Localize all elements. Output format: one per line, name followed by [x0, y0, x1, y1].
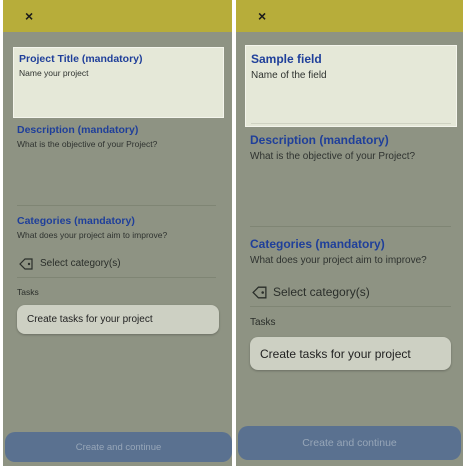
description-underline [17, 205, 216, 206]
sample-field-input[interactable]: Name of the field [251, 70, 327, 81]
sample-field-label: Sample field [251, 52, 322, 66]
sample-field-underline [251, 123, 451, 124]
sample-field[interactable]: Sample field Name of the field [245, 45, 457, 127]
categories-underline [250, 306, 451, 307]
tag-icon [252, 286, 267, 299]
tasks-label: Tasks [250, 317, 276, 328]
project-title-field[interactable]: Project Title (mandatory) Name your proj… [13, 47, 224, 118]
select-category-button[interactable]: Select category(s) [273, 285, 370, 299]
categories-label: Categories (mandatory) [17, 215, 135, 227]
categories-help: What does your project aim to improve? [250, 255, 427, 266]
create-tasks-label: Create tasks for your project [27, 314, 153, 325]
create-and-continue-label: Create and continue [302, 437, 397, 449]
top-bar: × [236, 0, 463, 32]
left-screen: × Project Title (mandatory) Name your pr… [3, 0, 232, 466]
right-screen: × Sample field Name of the field Descrip… [236, 0, 463, 466]
create-tasks-button[interactable]: Create tasks for your project [250, 337, 451, 370]
categories-underline [17, 277, 216, 278]
description-label: Description (mandatory) [17, 124, 139, 136]
project-title-label: Project Title (mandatory) [19, 53, 143, 65]
categories-help: What does your project aim to improve? [17, 230, 168, 240]
description-label: Description (mandatory) [250, 133, 389, 147]
create-and-continue-label: Create and continue [75, 441, 162, 453]
create-tasks-button[interactable]: Create tasks for your project [17, 305, 219, 334]
project-title-input[interactable]: Name your project [19, 68, 88, 78]
tag-icon [19, 258, 33, 270]
select-category-button[interactable]: Select category(s) [40, 258, 121, 269]
tasks-label: Tasks [17, 287, 39, 297]
create-and-continue-button[interactable]: Create and continue [238, 426, 461, 460]
description-input[interactable]: What is the objective of your Project? [250, 151, 415, 162]
description-underline [250, 226, 451, 227]
categories-label: Categories (mandatory) [250, 237, 385, 251]
close-icon[interactable]: × [258, 9, 266, 23]
description-input[interactable]: What is the objective of your Project? [17, 139, 157, 149]
create-and-continue-button[interactable]: Create and continue [5, 432, 232, 462]
create-tasks-label: Create tasks for your project [260, 346, 411, 361]
top-bar: × [3, 0, 232, 32]
close-icon[interactable]: × [25, 9, 33, 23]
